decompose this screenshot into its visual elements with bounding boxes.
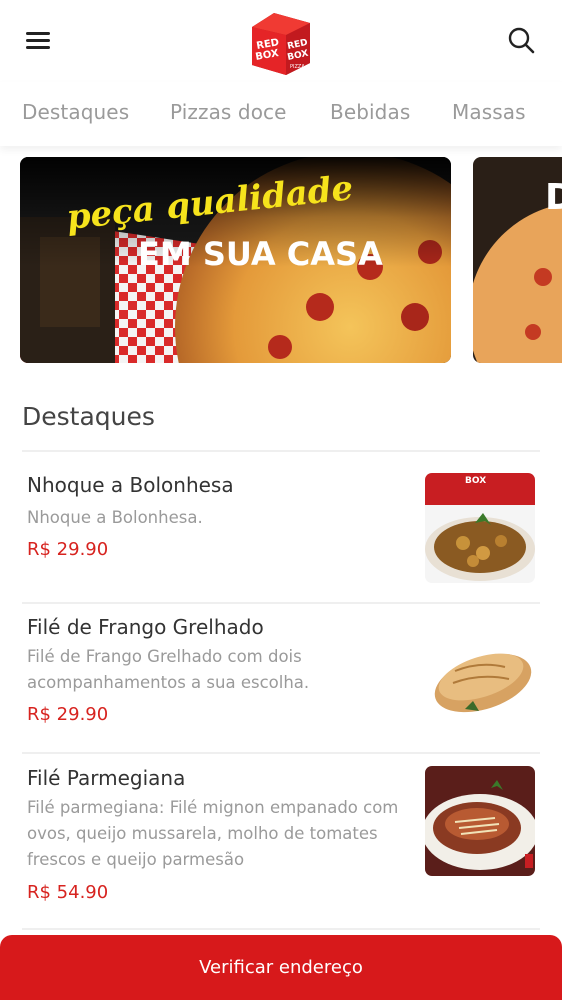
- tab-pizzas-doce[interactable]: Pizzas doce: [170, 100, 287, 124]
- section-title: Destaques: [22, 402, 155, 431]
- item-image: [425, 766, 535, 876]
- menu-item[interactable]: Nhoque a Bolonhesa Nhoque a Bolonhesa. R…: [22, 473, 540, 587]
- tab-bebidas[interactable]: Bebidas: [330, 100, 410, 124]
- item-price: R$ 29.90: [27, 539, 109, 560]
- item-image: [425, 631, 535, 723]
- divider: [22, 602, 540, 604]
- divider: [22, 752, 540, 754]
- verify-address-button[interactable]: Verificar endereço: [0, 935, 562, 1000]
- divider: [22, 450, 540, 452]
- item-price: R$ 29.90: [27, 704, 109, 725]
- item-image: BOX: [425, 473, 535, 583]
- item-description: Filé de Frango Grelhado com dois acompan…: [27, 647, 310, 692]
- red-box-pizza-logo[interactable]: RED BOX RED BOX PIZZA: [246, 5, 316, 75]
- svg-text:BOX: BOX: [465, 476, 486, 486]
- item-name: Filé de Frango Grelhado: [27, 615, 264, 639]
- item-price: R$ 54.90: [27, 882, 109, 903]
- search-icon[interactable]: [505, 24, 539, 58]
- promo-banner[interactable]: peça qualidade EM SUA CASA: [20, 157, 451, 363]
- divider: [22, 928, 540, 930]
- category-tabs: Destaques Pizzas doce Bebidas Massas: [0, 82, 562, 146]
- app-header: RED BOX RED BOX PIZZA: [0, 0, 562, 82]
- promo-banner-next[interactable]: D: [473, 157, 562, 363]
- item-description: Filé parmegiana: Filé mignon empanado co…: [27, 798, 399, 869]
- item-name: Filé Parmegiana: [27, 766, 186, 790]
- menu-item[interactable]: Filé Parmegiana Filé parmegiana: Filé mi…: [22, 766, 540, 908]
- tab-destaques[interactable]: Destaques: [22, 100, 129, 124]
- tab-massas[interactable]: Massas: [452, 100, 526, 124]
- svg-text:EM SUA CASA: EM SUA CASA: [138, 235, 383, 273]
- item-description: Nhoque a Bolonhesa.: [27, 508, 203, 527]
- menu-item[interactable]: Filé de Frango Grelhado Filé de Frango G…: [22, 615, 540, 735]
- svg-text:PIZZA: PIZZA: [290, 64, 305, 70]
- svg-text:D: D: [545, 177, 562, 218]
- item-name: Nhoque a Bolonhesa: [27, 473, 234, 497]
- hamburger-menu-icon[interactable]: [24, 28, 52, 52]
